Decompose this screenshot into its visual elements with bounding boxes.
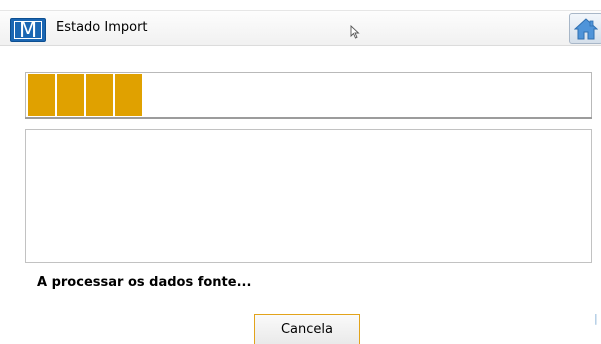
progress-block [115, 74, 144, 116]
progress-fill [28, 74, 144, 116]
home-icon [574, 18, 598, 40]
window-title: Estado Import [56, 20, 148, 35]
scroll-edge-marker: | [594, 312, 598, 325]
title-bar: M Estado Import [0, 10, 601, 46]
app-logo-icon: M [10, 18, 46, 42]
progress-bar [25, 72, 592, 119]
log-area[interactable] [25, 129, 592, 263]
progress-block [86, 74, 115, 116]
progress-block [57, 74, 86, 116]
status-message: A processar os dados fonte... [37, 275, 252, 290]
import-status-window: M Estado Import A processar os dados fon… [0, 0, 601, 344]
mouse-cursor-icon [350, 25, 360, 39]
app-logo-letter: M [18, 18, 38, 42]
progress-block [28, 74, 57, 116]
cancel-button[interactable]: Cancela [254, 314, 360, 344]
home-button[interactable] [569, 13, 601, 44]
